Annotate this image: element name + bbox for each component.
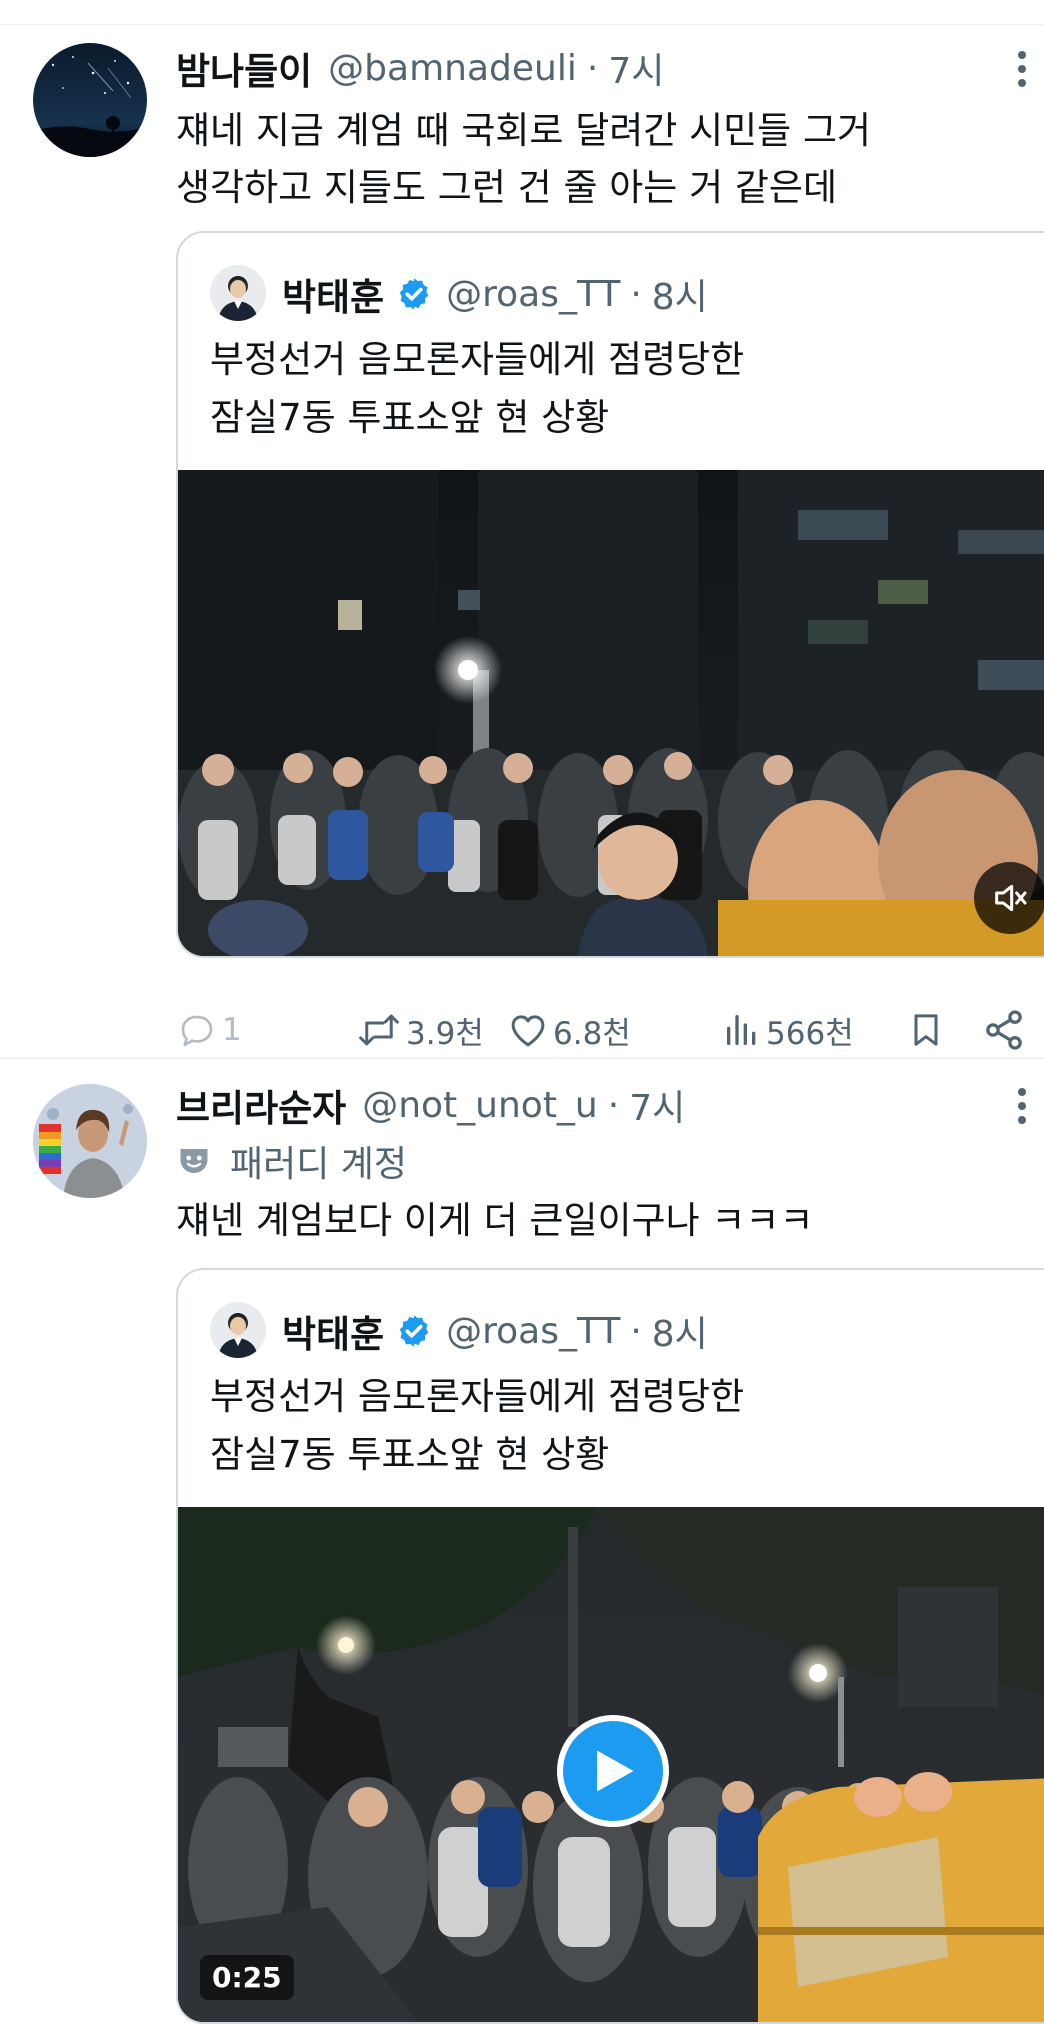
tweet-header: 브리라순자 @not_unot_u · 7시 [176, 1078, 685, 1132]
reply-button[interactable]: 1 [176, 1000, 242, 1060]
share-button[interactable] [982, 1000, 1030, 1060]
video-player[interactable] [178, 470, 1044, 956]
quoted-text: 부정선거 음모론자들에게 점령당한 잠실7동 투표소앞 현 상황 [210, 338, 745, 439]
video-player[interactable]: 0:25 [178, 1507, 1044, 2022]
view-count: 566천 [766, 1015, 854, 1052]
bookmark-button[interactable] [906, 1000, 950, 1060]
quoted-display-name[interactable]: 박태훈 [282, 1304, 384, 1358]
volume-muted-icon [995, 884, 1027, 912]
tweet-post[interactable]: 밤나들이 @bamnadeuli · 7시 쟤네 지금 계엄 때 국회로 달려간… [0, 25, 1044, 1058]
more-vertical-icon[interactable] [1014, 49, 1030, 89]
theater-mask-icon [180, 1149, 208, 1173]
separator-dot: · [630, 1310, 642, 1352]
play-icon [597, 1750, 634, 1792]
avatar[interactable] [33, 1084, 147, 1198]
tweet-text: 쟤넨 계엄보다 이게 더 큰일이구나 ㅋㅋㅋ [176, 1199, 814, 1242]
quoted-header: 박태훈 @roas_TT · 8시 [282, 264, 708, 324]
quoted-timestamp[interactable]: 8시 [652, 268, 708, 320]
display-name[interactable]: 브리라순자 [176, 1078, 346, 1132]
quoted-handle[interactable]: @roas_TT [446, 274, 620, 315]
separator-dot: · [586, 47, 599, 89]
repost-count: 3.9천 [406, 1015, 484, 1052]
timestamp[interactable]: 7시 [629, 1079, 685, 1131]
avatar[interactable] [33, 43, 147, 157]
heart-icon [511, 1015, 545, 1047]
repost-icon [359, 1014, 399, 1046]
quoted-avatar[interactable] [210, 265, 266, 321]
tweet-text: 쟤네 지금 계엄 때 국회로 달려간 시민들 그거 생각하고 지들도 그런 건 … [176, 109, 872, 209]
display-name[interactable]: 밤나들이 [176, 41, 312, 95]
quoted-text: 부정선거 음모론자들에게 점령당한 잠실7동 투표소앞 현 상황 [210, 1375, 745, 1476]
play-button[interactable] [557, 1715, 669, 1827]
post-divider [0, 1057, 1044, 1059]
views-chart-icon [727, 1015, 756, 1045]
repost-button[interactable]: 3.9천 [356, 1000, 484, 1060]
quoted-timestamp[interactable]: 8시 [652, 1305, 708, 1357]
more-vertical-icon[interactable] [1014, 1086, 1030, 1126]
like-button[interactable]: 6.8천 [507, 1000, 631, 1060]
user-handle[interactable]: @bamnadeuli [328, 48, 577, 89]
timestamp[interactable]: 7시 [608, 42, 664, 94]
quoted-avatar[interactable] [210, 1302, 266, 1358]
parody-label-text: 패러디 계정 [230, 1144, 408, 1185]
mute-button[interactable] [974, 862, 1044, 934]
views-button[interactable]: 566천 [722, 1000, 854, 1060]
verified-badge-icon [399, 278, 429, 310]
user-handle[interactable]: @not_unot_u [362, 1085, 598, 1126]
separator-dot: · [607, 1084, 620, 1126]
separator-dot: · [630, 273, 642, 315]
share-icon [986, 1010, 1022, 1050]
tweet-post[interactable]: 브리라순자 @not_unot_u · 7시 패러디 계정 쟤넨 계엄보다 이게… [0, 1060, 1044, 2024]
reply-icon [181, 1015, 213, 1047]
video-duration: 0:25 [200, 1955, 294, 2000]
like-count: 6.8천 [553, 1015, 631, 1052]
tweet-actions: 1 3.9천 6.8천 566천 [176, 1000, 1036, 1060]
quoted-display-name[interactable]: 박태훈 [282, 267, 384, 321]
quoted-tweet[interactable]: 박태훈 @roas_TT · 8시 부정선거 음모론자들에게 점령당한 잠실7동… [176, 1268, 1044, 2024]
parody-label: 패러디 계정 [176, 1136, 407, 1186]
reply-count: 1 [222, 1012, 242, 1048]
tweet-header: 밤나들이 @bamnadeuli · 7시 [176, 41, 664, 95]
quoted-handle[interactable]: @roas_TT [446, 1311, 620, 1352]
verified-badge-icon [399, 1315, 429, 1347]
bookmark-icon [914, 1014, 938, 1046]
quoted-tweet[interactable]: 박태훈 @roas_TT · 8시 부정선거 음모론자들에게 점령당한 잠실7동… [176, 231, 1044, 958]
quoted-header: 박태훈 @roas_TT · 8시 [282, 1301, 708, 1361]
